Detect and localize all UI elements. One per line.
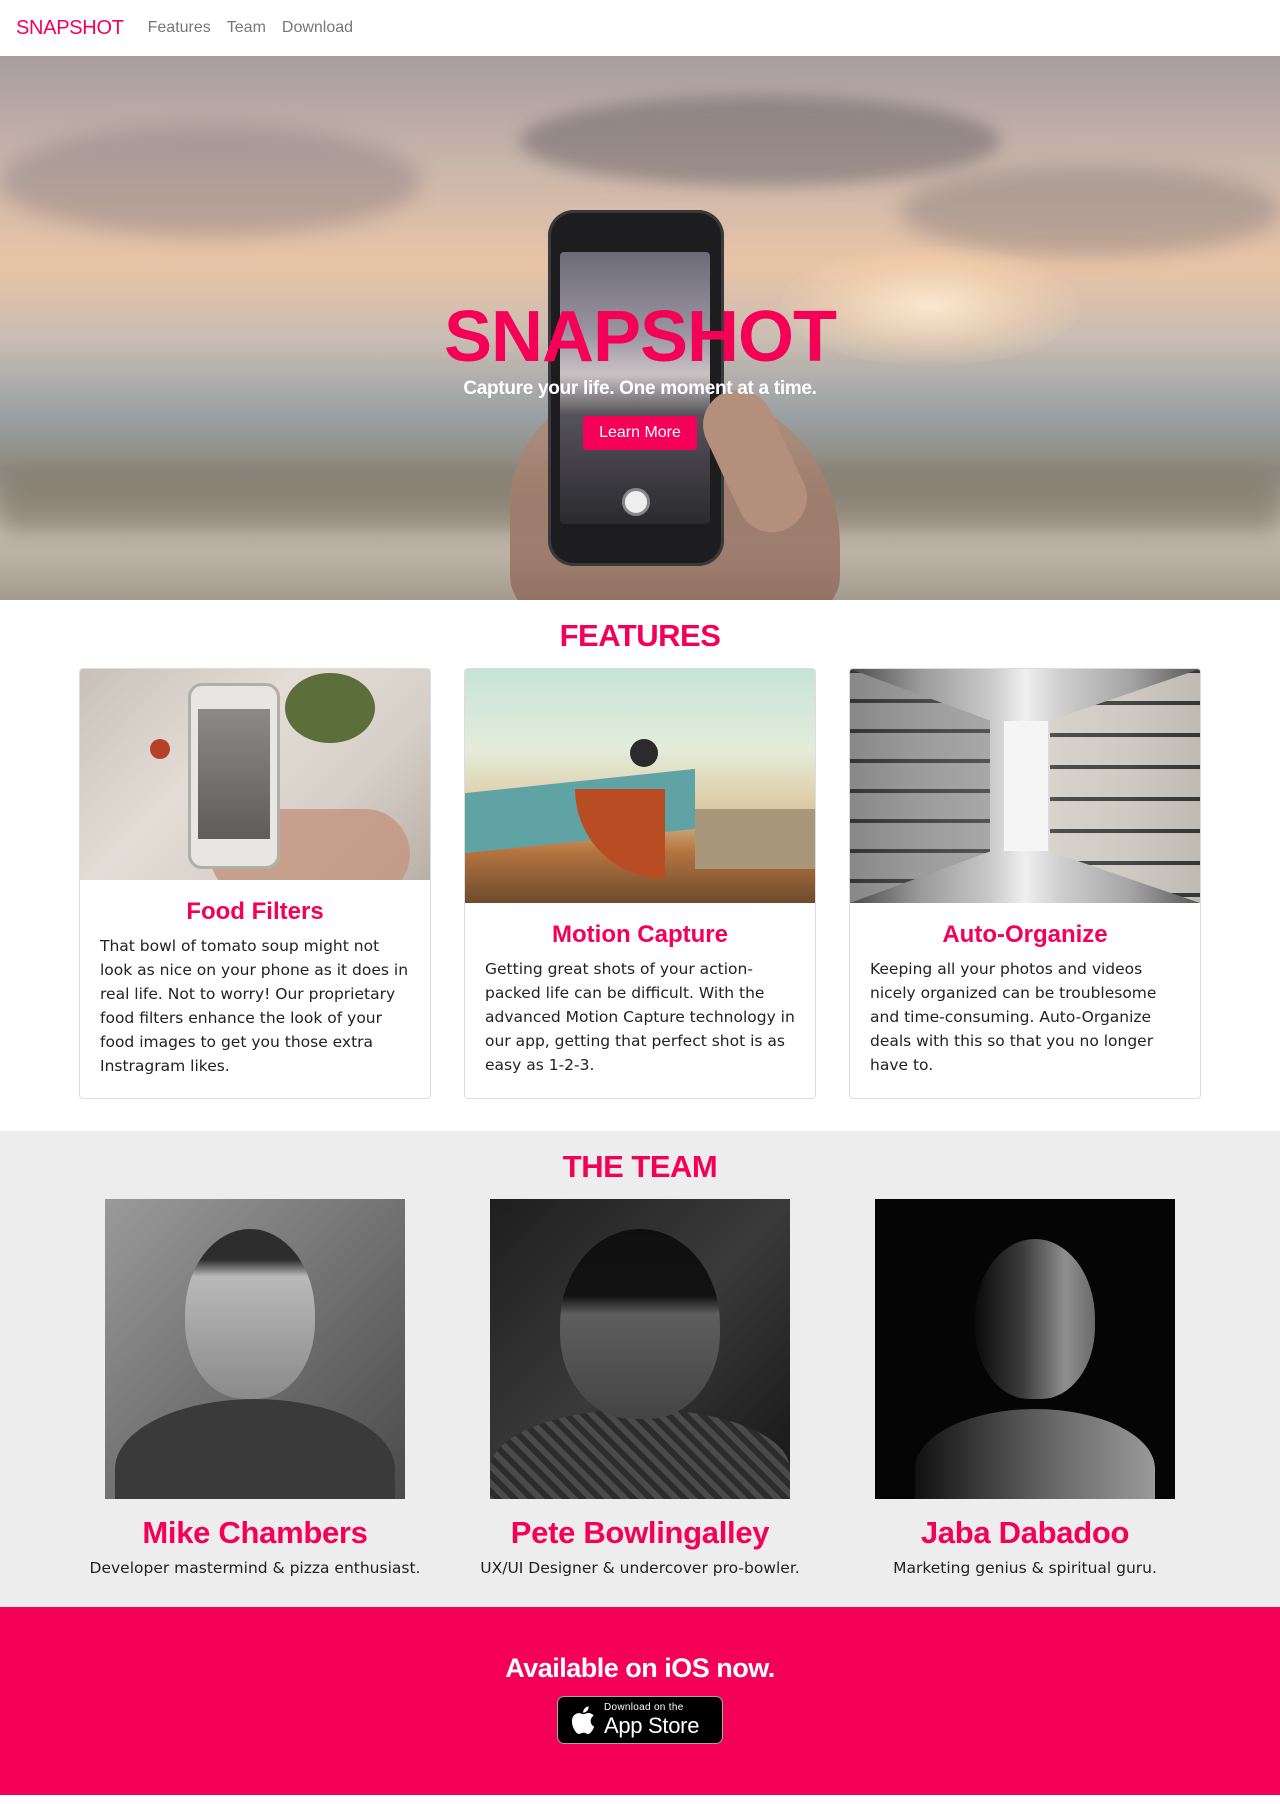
card-text: Keeping all your photos and videos nicel… [870, 960, 1157, 1074]
nav-link-team[interactable]: Team [227, 19, 266, 37]
building-shape [695, 809, 815, 869]
shelf-right-shape [1050, 669, 1200, 903]
app-store-text: Download on the App Store [604, 1703, 699, 1737]
portrait-body-shape [115, 1399, 395, 1499]
team-member: Pete Bowlingalley UX/UI Designer & under… [464, 1199, 816, 1577]
portrait-head-shape [185, 1229, 315, 1399]
hero-section: SNAPSHOT Capture your life. One moment a… [0, 56, 1280, 600]
motion-capture-image [465, 669, 815, 903]
app-store-big-label: App Store [604, 1713, 700, 1738]
card-title: Food Filters [186, 898, 324, 925]
team-member-photo [490, 1199, 790, 1499]
team-member: Jaba Dabadoo Marketing genius & spiritua… [849, 1199, 1201, 1577]
navbar: SNAPSHOT Features Team Download [0, 0, 1280, 56]
portrait-body-shape [915, 1409, 1155, 1499]
apple-icon [571, 1706, 595, 1734]
food-filters-image [80, 669, 430, 880]
download-heading: Available on iOS now. [505, 1653, 775, 1683]
hero-background-cloud [900, 166, 1280, 256]
team-section: THE TEAM Mike Chambers Developer masterm… [0, 1131, 1280, 1607]
features-section: FEATURES Food Filters That bowl of tomat… [0, 600, 1280, 1131]
app-store-badge[interactable]: Download on the App Store [557, 1696, 723, 1744]
ramp-curve-shape [575, 789, 665, 879]
feature-card-auto-organize: Auto-Organize Keeping all your photos an… [849, 668, 1201, 1099]
card-title: Auto-Organize [942, 921, 1108, 948]
portrait-head-shape [560, 1229, 720, 1419]
team-member-role: Marketing genius & spiritual guru. [893, 1559, 1157, 1577]
team-member-name: Pete Bowlingalley [510, 1515, 770, 1550]
portrait-body-shape [490, 1409, 790, 1499]
card-text: That bowl of tomato soup might not look … [100, 937, 409, 1075]
team-members: Mike Chambers Developer mastermind & piz… [79, 1199, 1201, 1577]
feature-card-food-filters: Food Filters That bowl of tomato soup mi… [79, 668, 431, 1099]
door-shape [1004, 721, 1048, 851]
learn-more-button[interactable]: Learn More [583, 416, 697, 450]
team-heading: THE TEAM [562, 1149, 718, 1184]
camera-shutter-icon [622, 488, 650, 516]
phone-screen-shape [198, 709, 270, 839]
feature-card-motion-capture: Motion Capture Getting great shots of yo… [464, 668, 816, 1099]
brand-link[interactable]: SNAPSHOT [16, 17, 124, 40]
portrait-head-shape [975, 1239, 1095, 1399]
download-section: Available on iOS now. Download on the Ap… [0, 1607, 1280, 1795]
hero-content: SNAPSHOT Capture your life. One moment a… [0, 296, 1280, 450]
hero-background-cloud [0, 126, 420, 236]
auto-organize-image [850, 669, 1200, 903]
feature-cards: Food Filters That bowl of tomato soup mi… [79, 668, 1201, 1099]
team-member-name: Jaba Dabadoo [920, 1515, 1130, 1550]
team-member-photo [105, 1199, 405, 1499]
card-title: Motion Capture [552, 921, 728, 948]
team-member-role: UX/UI Designer & undercover pro-bowler. [480, 1559, 800, 1577]
tomato-shape [150, 739, 170, 759]
shelf-left-shape [850, 669, 990, 903]
features-heading: FEATURES [559, 618, 721, 653]
food-bowl-shape [285, 673, 375, 743]
team-member-role: Developer mastermind & pizza enthusiast. [89, 1559, 421, 1577]
hero-tagline: Capture your life. One moment at a time. [463, 378, 817, 399]
team-member-photo [875, 1199, 1175, 1499]
card-text: Getting great shots of your action-packe… [485, 960, 795, 1074]
skater-shape [630, 739, 658, 767]
nav-link-features[interactable]: Features [148, 19, 211, 37]
app-store-small-label: Download on the [604, 1702, 684, 1713]
nav-link-download[interactable]: Download [282, 19, 353, 37]
team-member: Mike Chambers Developer mastermind & piz… [79, 1199, 431, 1577]
hero-title: SNAPSHOT [443, 297, 837, 377]
hero-background-cloud [520, 96, 1000, 186]
team-member-name: Mike Chambers [142, 1515, 368, 1550]
